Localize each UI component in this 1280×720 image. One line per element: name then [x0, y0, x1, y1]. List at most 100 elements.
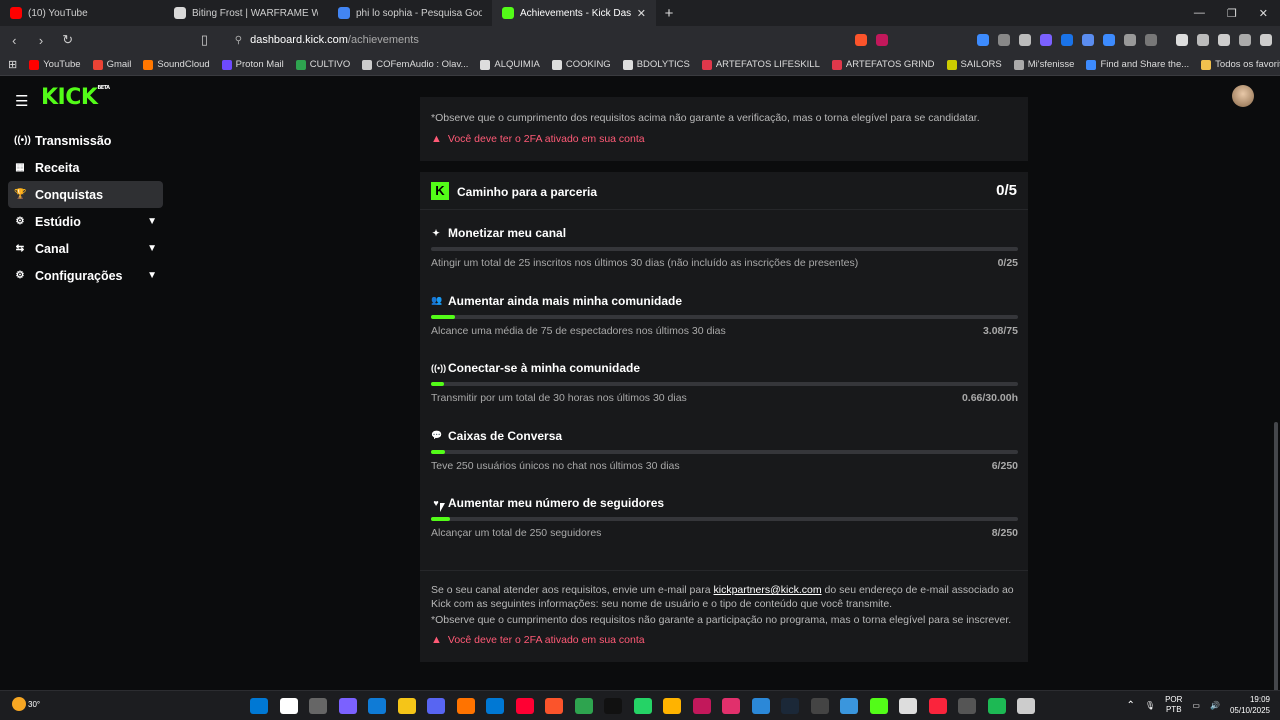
site-info-icon[interactable]: ⚲ [235, 35, 242, 46]
taskbar-app-icon[interactable] [692, 698, 711, 714]
bookmark-icon[interactable]: ▯ [198, 32, 211, 48]
extension-icon[interactable] [1060, 34, 1073, 46]
bookmark-item[interactable]: Proton Mail [221, 59, 284, 70]
bookmark-item[interactable]: Find and Share the... [1086, 59, 1189, 70]
browser-tab[interactable]: Biting Frost | WARFRAME Wiki | Fand [164, 0, 328, 26]
mic-icon[interactable]: 🎙 [1145, 701, 1155, 710]
close-tab-icon[interactable]: ✕ [637, 7, 646, 20]
wallet-icon[interactable] [1196, 34, 1209, 46]
goal-value: 0.66/30.00h [961, 392, 1018, 404]
sidebar-toggle-icon[interactable] [1175, 34, 1188, 46]
browser-tab[interactable]: (10) YouTube [0, 0, 164, 26]
puzzle-icon[interactable] [1123, 34, 1136, 46]
chevron-down-icon[interactable]: ▼ [147, 270, 157, 281]
taskbar-app-icon[interactable] [604, 698, 622, 714]
taskbar-app-icon[interactable] [899, 698, 917, 714]
user-avatar[interactable] [1232, 85, 1254, 107]
vpn-icon[interactable] [1238, 34, 1251, 46]
taskbar-app-icon[interactable] [810, 698, 829, 714]
extension-icon[interactable] [1081, 34, 1094, 46]
new-tab-button[interactable]: + [656, 5, 682, 22]
extension-icon[interactable] [1039, 34, 1052, 46]
taskbar-app-icon[interactable] [722, 698, 740, 714]
volume-icon[interactable]: 🔊 [1210, 701, 1220, 710]
weather-widget[interactable]: 30° [12, 697, 40, 711]
maximize-icon[interactable]: ❐ [1227, 7, 1237, 20]
taskbar-app-icon[interactable] [397, 698, 416, 714]
taskbar-app-icon[interactable] [456, 698, 475, 714]
bookmark-item[interactable]: ARTEFATOS LIFESKILL [701, 59, 820, 70]
chevron-up-icon[interactable]: ⌃ [1127, 700, 1135, 711]
taskbar-app-icon[interactable] [1017, 698, 1035, 714]
taskbar-app-icon[interactable] [309, 698, 327, 714]
extension-icon[interactable] [1018, 34, 1031, 46]
taskbar-app-icon[interactable] [840, 698, 858, 714]
sidebar-item-receita[interactable]: ▦ Receita [8, 154, 163, 181]
sidebar-item-configuracoes[interactable]: ⚙ Configurações ▼ [8, 262, 163, 289]
bookmark-item[interactable]: ARTEFATOS GRIND [831, 59, 935, 70]
taskbar-app-icon[interactable] [545, 698, 563, 714]
rewards-icon[interactable] [875, 34, 888, 46]
sidebar-item-estudio[interactable]: ⚙ Estúdio ▼ [8, 208, 163, 235]
bookmark-item[interactable]: Gmail [92, 59, 131, 70]
sidebar-item-conquistas[interactable]: 🏆 Conquistas [8, 181, 163, 208]
taskbar-app-icon[interactable] [279, 698, 298, 714]
browser-tab[interactable]: Achievements - Kick Dashbo ✕ [492, 0, 656, 26]
chevron-down-icon[interactable]: ▼ [147, 243, 157, 254]
bookmark-item[interactable]: BDOLYTICS [622, 59, 690, 70]
minimize-icon[interactable]: — [1194, 7, 1205, 20]
sidebar-icon[interactable] [1144, 34, 1157, 46]
language-indicator[interactable]: POR PTB [1165, 695, 1182, 715]
kick-logo[interactable]: KICKBETA [41, 85, 110, 110]
download-icon[interactable] [1102, 34, 1115, 46]
taskbar-app-icon[interactable] [368, 698, 386, 714]
taskbar-app-icon[interactable] [987, 698, 1006, 714]
goal-title: 💬 Caixas de Conversa [431, 428, 563, 443]
apps-grid-icon[interactable]: ⊞ [8, 58, 17, 71]
taskbar-app-icon[interactable] [928, 698, 947, 714]
page-scrollbar[interactable] [1274, 422, 1278, 692]
bookmark-item[interactable]: COFemAudio : Olav... [362, 59, 468, 70]
taskbar-app-icon[interactable] [486, 698, 504, 714]
close-window-icon[interactable]: ✕ [1259, 7, 1268, 20]
brave-shield-icon[interactable] [854, 34, 867, 46]
taskbar-app-icon[interactable] [574, 698, 593, 714]
taskbar-app-icon[interactable] [781, 698, 799, 714]
browser-tab[interactable]: phi lo sophia - Pesquisa Google [328, 0, 492, 26]
bookmark-item[interactable]: COOKING [551, 59, 611, 70]
menu-icon[interactable] [1259, 34, 1272, 46]
leo-icon[interactable] [1217, 34, 1230, 46]
taskbar-app-icon[interactable] [338, 698, 357, 714]
partner-email-link[interactable]: kickpartners@kick.com [714, 584, 822, 596]
sidebar-item-canal[interactable]: ⇆ Canal ▼ [8, 235, 163, 262]
partnership-title: Caminho para a parceria [457, 185, 598, 199]
hamburger-menu-icon[interactable]: ☰ [15, 92, 28, 110]
reload-icon[interactable]: ↻ [61, 32, 74, 48]
taskbar-app-icon[interactable] [751, 698, 770, 714]
taskbar-app-icon[interactable] [869, 698, 888, 714]
partnership-goal: 👥 Aumentar ainda mais minha comunidade A… [431, 294, 1018, 354]
taskbar-app-icon[interactable] [427, 698, 445, 714]
bookmark-item[interactable]: ALQUIMIA [480, 59, 540, 70]
back-icon[interactable]: ‹ [8, 33, 21, 48]
bookmark-item[interactable]: CULTIVO [295, 59, 350, 70]
bookmark-item[interactable]: Mi'sfenisse [1013, 59, 1074, 70]
taskbar-app-icon[interactable] [958, 698, 976, 714]
extension-icon[interactable] [976, 34, 989, 46]
network-icon[interactable]: ▭ [1192, 701, 1200, 710]
goal-progress-fill [431, 382, 444, 386]
url-field[interactable]: ⚲ dashboard.kick.com/achievements [235, 29, 833, 51]
clock[interactable]: 19:09 05/10/2025 [1230, 694, 1270, 716]
taskbar-app-icon[interactable] [515, 698, 534, 714]
sidebar-item-transmissao[interactable]: ((•)) Transmissão [8, 127, 163, 154]
taskbar-app-icon[interactable] [663, 698, 681, 714]
bookmark-item[interactable]: SoundCloud [143, 59, 210, 70]
forward-icon[interactable]: › [35, 33, 48, 48]
all-favorites-folder[interactable]: Todos os favoritos [1201, 59, 1280, 70]
bookmark-item[interactable]: YouTube [29, 59, 81, 70]
taskbar-app-icon[interactable] [633, 698, 652, 714]
bookmark-item[interactable]: SAILORS [946, 59, 1002, 70]
extension-icon[interactable] [997, 34, 1010, 46]
taskbar-app-icon[interactable] [250, 698, 268, 714]
chevron-down-icon[interactable]: ▼ [147, 216, 157, 227]
